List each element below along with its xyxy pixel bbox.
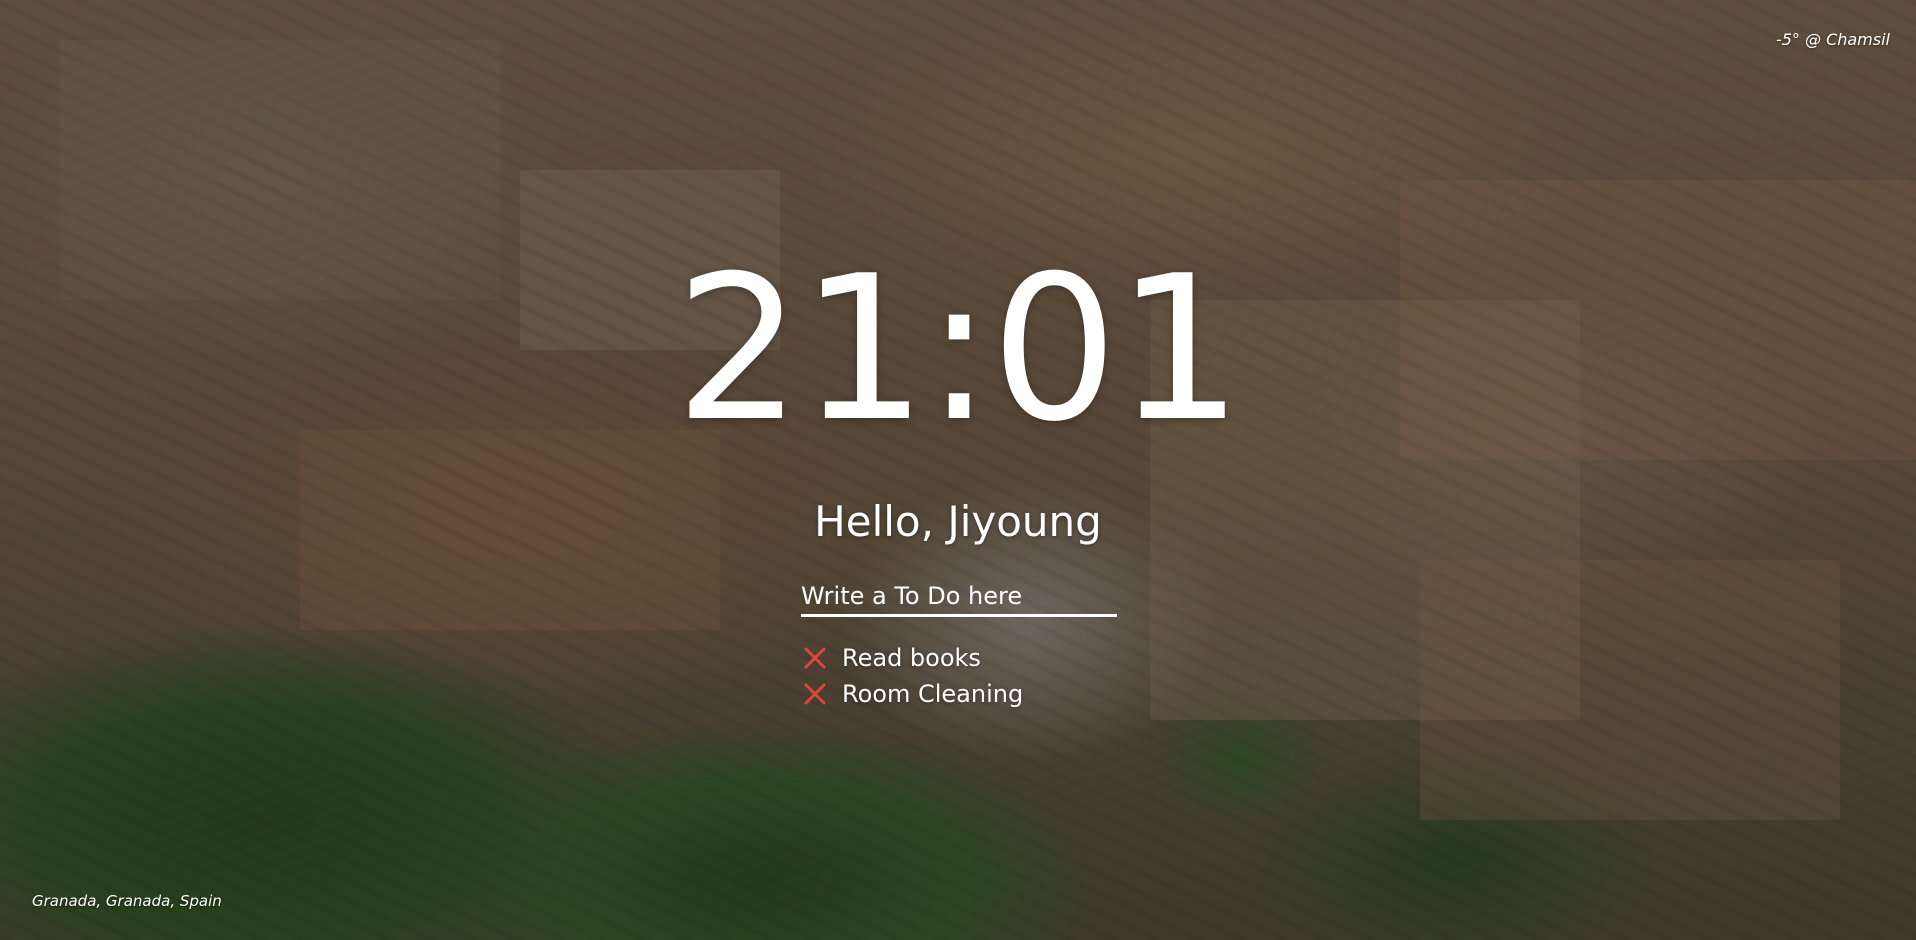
todo-item-label: Read books <box>842 644 981 672</box>
weather-readout: -5° @ Chamsil <box>1775 30 1890 49</box>
todo-item: Room Cleaning <box>800 676 1023 712</box>
todo-input[interactable] <box>801 578 1117 617</box>
todo-item: Read books <box>800 640 1023 676</box>
greeting-text: Hello, Jiyoung <box>814 497 1102 546</box>
clock-time: 21:01 <box>674 233 1243 466</box>
x-icon[interactable] <box>800 679 830 709</box>
todo-item-label: Room Cleaning <box>842 680 1024 708</box>
photo-location: Granada, Granada, Spain <box>32 892 222 910</box>
todo-list: Read books Room Cleaning <box>800 640 1023 712</box>
background-overlay <box>0 0 1916 940</box>
x-icon[interactable] <box>800 643 830 673</box>
momentum-page: -5° @ Chamsil 21:01 Hello, Jiyoung Read … <box>0 0 1916 940</box>
